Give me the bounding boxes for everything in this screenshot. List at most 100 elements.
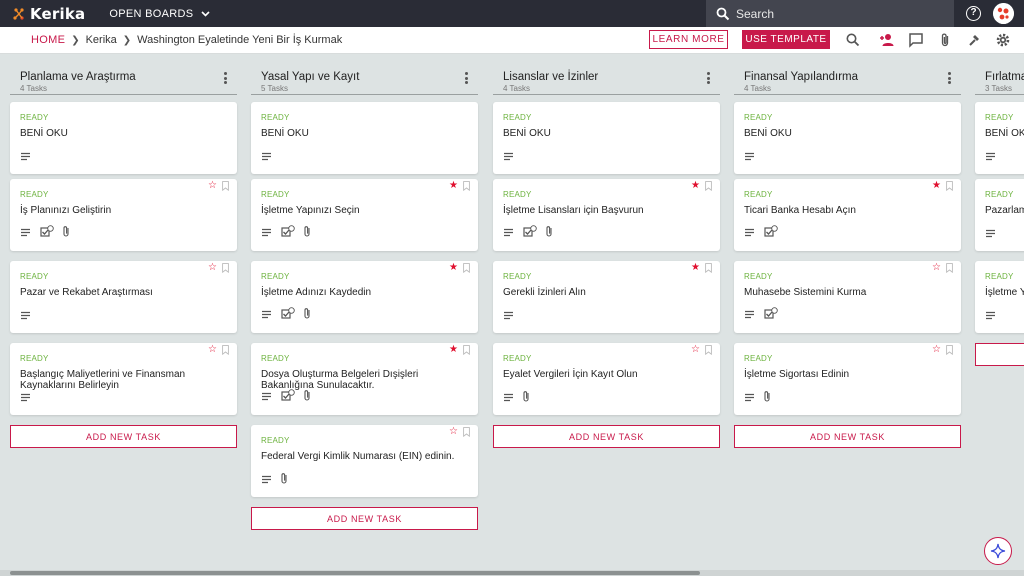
breadcrumb-bar: HOME ❯ Kerika ❯ Washington Eyaletinde Ye… (0, 27, 1024, 54)
priority-star-icon[interactable]: ★ (691, 263, 700, 273)
add-new-task-button[interactable] (975, 343, 1024, 366)
add-new-task-button[interactable]: ADD NEW TASK (251, 507, 478, 530)
task-card[interactable]: READY Federal Vergi Kimlik Numarası (EIN)… (251, 425, 478, 497)
task-card[interactable]: READY BENİ OKU (493, 102, 720, 174)
task-title: BENİ OKU (261, 128, 309, 139)
bookmark-icon[interactable] (222, 345, 229, 355)
priority-star-icon[interactable]: ☆ (208, 263, 217, 273)
more-vertical-icon[interactable] (465, 72, 468, 84)
bookmark-icon[interactable] (463, 181, 470, 191)
more-vertical-icon[interactable] (707, 72, 710, 84)
notes-icon (20, 226, 31, 240)
task-meta-icons (985, 150, 1005, 164)
task-status: READY (20, 272, 49, 281)
priority-star-icon[interactable]: ☆ (208, 181, 217, 191)
bookmark-icon[interactable] (705, 181, 712, 191)
bookmark-icon[interactable] (705, 345, 712, 355)
column-header[interactable]: Lisanslar ve İzinler 4 Tasks (493, 69, 720, 95)
task-card[interactable]: READY Gerekli İzinleri Alın ★ (493, 261, 720, 333)
scrollbar-thumb[interactable] (10, 571, 700, 575)
task-card[interactable]: READY BENİ OKU (251, 102, 478, 174)
avatar[interactable] (993, 3, 1014, 24)
task-meta-icons (985, 227, 1005, 241)
bookmark-icon[interactable] (946, 263, 953, 273)
task-status: READY (261, 436, 290, 445)
kerika-logo[interactable]: Kerika (12, 5, 85, 23)
task-card[interactable]: READY Pazarlam (975, 179, 1024, 251)
search-box[interactable]: Search (706, 0, 954, 27)
task-card[interactable]: READY BENİ OKU (734, 102, 961, 174)
search-icon[interactable] (845, 32, 861, 48)
task-card[interactable]: READY İş Planınızı Geliştirin ☆ (10, 179, 237, 251)
add-user-icon[interactable] (879, 32, 895, 48)
gear-icon[interactable] (995, 32, 1011, 48)
task-card[interactable]: READY İşletme Sigortası Edinin ☆ (734, 343, 961, 415)
open-boards-menu[interactable]: OPEN BOARDS (109, 8, 210, 20)
task-card[interactable]: READY BENİ OKU (975, 102, 1024, 174)
task-title: Federal Vergi Kimlik Numarası (EIN) edin… (261, 451, 455, 462)
breadcrumb-home[interactable]: HOME (31, 34, 65, 46)
help-icon[interactable]: ? (966, 6, 981, 21)
priority-star-icon[interactable]: ★ (932, 181, 941, 191)
task-card[interactable]: READY Ticari Banka Hesabı Açın ★ (734, 179, 961, 251)
add-new-task-button[interactable]: ADD NEW TASK (734, 425, 961, 448)
task-title: Pazar ve Rekabet Araştırması (20, 287, 153, 298)
bookmark-icon[interactable] (222, 181, 229, 191)
attachment-icon[interactable] (937, 32, 953, 48)
task-card[interactable]: READY Dosya Oluşturma Belgeleri Dışişleri… (251, 343, 478, 415)
task-status: READY (503, 272, 532, 281)
task-status: READY (744, 272, 773, 281)
column-header[interactable]: Planlama ve Araştırma 4 Tasks (10, 69, 237, 95)
task-card[interactable]: READY Pazar ve Rekabet Araştırması ☆ (10, 261, 237, 333)
bookmark-icon[interactable] (463, 427, 470, 437)
priority-star-icon[interactable]: ☆ (449, 427, 458, 437)
use-template-button[interactable]: USE TEMPLATE (742, 30, 830, 49)
tools-icon[interactable] (966, 32, 982, 48)
priority-star-icon[interactable]: ★ (449, 263, 458, 273)
bookmark-icon[interactable] (946, 181, 953, 191)
priority-star-icon[interactable]: ☆ (932, 263, 941, 273)
notes-icon (503, 226, 514, 240)
more-vertical-icon[interactable] (224, 72, 227, 84)
task-card[interactable]: READY Başlangıç Maliyetlerini ve Finansma… (10, 343, 237, 415)
bookmark-icon[interactable] (463, 345, 470, 355)
priority-star-icon[interactable]: ★ (449, 181, 458, 191)
priority-star-icon[interactable]: ☆ (208, 345, 217, 355)
task-meta-icons (20, 225, 79, 241)
task-title: İşletme Lisansları için Başvurun (503, 205, 644, 216)
chat-icon[interactable] (908, 32, 924, 48)
priority-star-icon[interactable]: ☆ (691, 345, 700, 355)
task-status: READY (503, 354, 532, 363)
column-header[interactable]: Yasal Yapı ve Kayıt 5 Tasks (251, 69, 478, 95)
task-card[interactable]: READY İşletme Y (975, 261, 1024, 333)
task-status: READY (503, 113, 532, 122)
add-new-task-button[interactable]: ADD NEW TASK (493, 425, 720, 448)
breadcrumb-account[interactable]: Kerika (86, 34, 117, 46)
task-card[interactable]: READY İşletme Yapınızı Seçin ★ (251, 179, 478, 251)
learn-more-button[interactable]: LEARN MORE (649, 30, 728, 49)
task-card[interactable]: READY İşletme Lisansları için Başvurun ★ (493, 179, 720, 251)
ai-assistant-button[interactable] (984, 537, 1012, 565)
priority-star-icon[interactable]: ☆ (932, 345, 941, 355)
checklist-icon (764, 307, 778, 323)
column-header[interactable]: Finansal Yapılandırma 4 Tasks (734, 69, 961, 95)
task-meta-icons (20, 150, 40, 164)
task-status: READY (261, 190, 290, 199)
more-vertical-icon[interactable] (948, 72, 951, 84)
task-card[interactable]: READY Eyalet Vergileri İçin Kayıt Olun ☆ (493, 343, 720, 415)
task-card[interactable]: READY BENİ OKU (10, 102, 237, 174)
priority-star-icon[interactable]: ★ (449, 345, 458, 355)
column-title: Finansal Yapılandırma (744, 71, 859, 83)
bookmark-icon[interactable] (946, 345, 953, 355)
column-header[interactable]: Fırlatma 3 Tasks (975, 69, 1024, 95)
bookmark-icon[interactable] (705, 263, 712, 273)
add-new-task-button[interactable]: ADD NEW TASK (10, 425, 237, 448)
priority-star-icon[interactable]: ★ (691, 181, 700, 191)
search-input[interactable]: Search (736, 7, 774, 21)
bookmark-icon[interactable] (222, 263, 229, 273)
task-status: READY (261, 272, 290, 281)
bookmark-icon[interactable] (463, 263, 470, 273)
horizontal-scrollbar[interactable] (0, 570, 1024, 576)
task-card[interactable]: READY Muhasebe Sistemini Kurma ☆ (734, 261, 961, 333)
task-card[interactable]: READY İşletme Adınızı Kaydedin ★ (251, 261, 478, 333)
